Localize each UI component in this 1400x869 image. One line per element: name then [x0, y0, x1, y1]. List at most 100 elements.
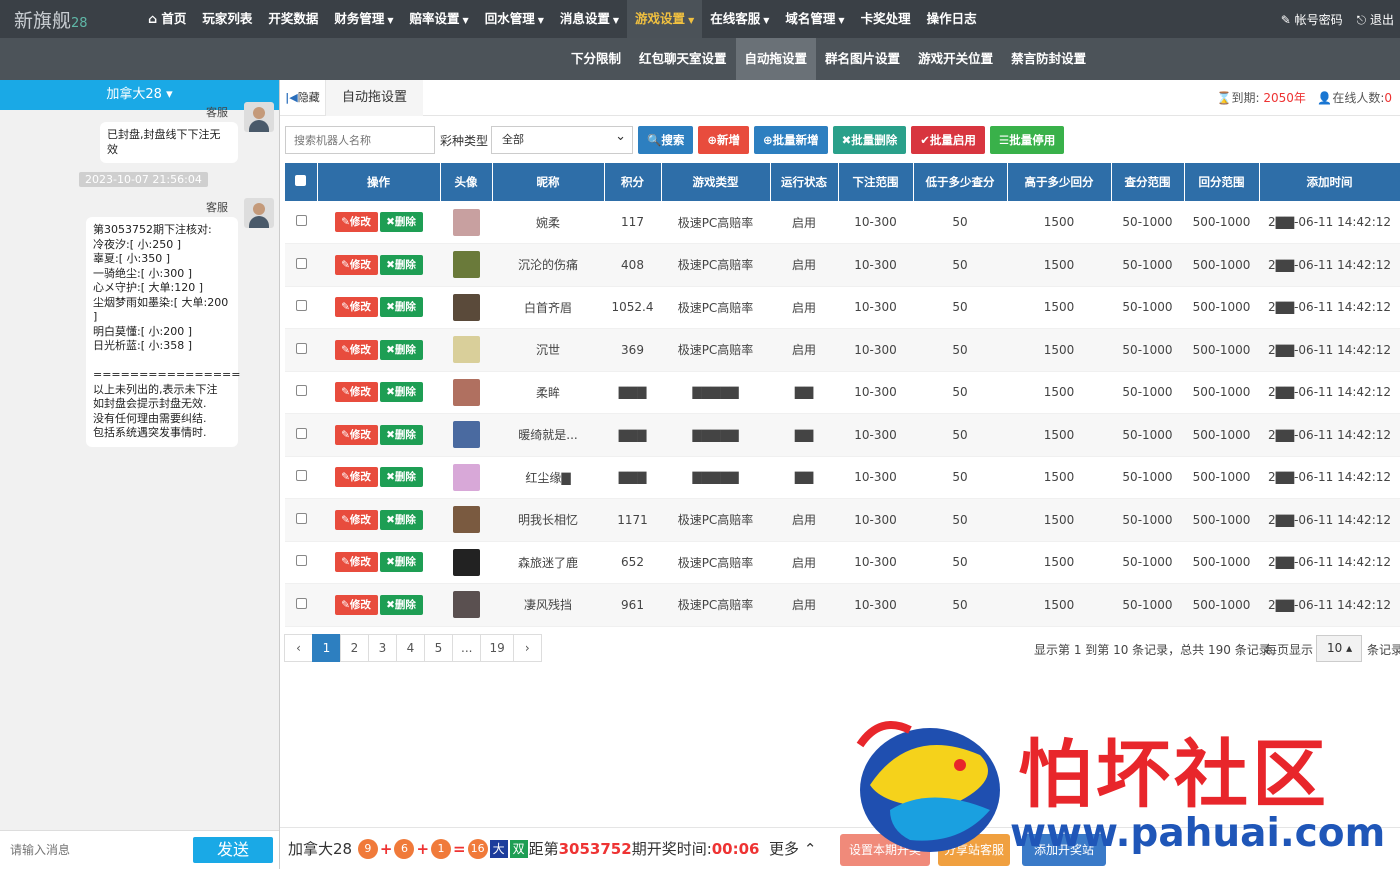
chevron-down-icon: ▼	[462, 16, 469, 25]
menu-item-3[interactable]: 财务管理 ▼	[326, 0, 401, 38]
account-password-link[interactable]: ✎ 帐号密码	[1281, 11, 1343, 28]
set-draw-button[interactable]: 设置本期开奖	[840, 834, 930, 866]
menu-item-8[interactable]: 在线客服 ▼	[702, 0, 777, 38]
menu-item-9[interactable]: 域名管理 ▼	[777, 0, 852, 38]
page-button[interactable]: 19	[480, 634, 514, 662]
batch-disable-button[interactable]: ☰批量停用	[989, 126, 1065, 154]
delete-button[interactable]: ✖删除	[379, 594, 423, 615]
submenu-item-0[interactable]: 下分限制	[562, 38, 630, 80]
per-page-select[interactable]: 10 ▴	[1316, 635, 1362, 662]
cell-check: 50-1000	[1111, 541, 1184, 584]
cell-time: 2▇▇-06-11 14:42:12	[1259, 328, 1400, 372]
submenu-item-1[interactable]: 红包聊天室设置	[630, 38, 736, 80]
row-checkbox[interactable]	[295, 512, 307, 524]
batch-delete-button[interactable]: ✖批量删除	[832, 126, 907, 154]
search-button[interactable]: 🔍搜索	[638, 126, 694, 154]
row-checkbox[interactable]	[295, 300, 307, 312]
row-checkbox[interactable]	[295, 342, 307, 354]
column-header: 回分范围	[1184, 163, 1260, 201]
submenu-item-2[interactable]: 自动拖设置	[735, 38, 817, 80]
menu-item-7[interactable]: 游戏设置 ▼	[627, 0, 703, 38]
delete-button[interactable]: ✖删除	[379, 382, 423, 403]
submenu-item-3[interactable]: 群名图片设置	[816, 38, 909, 80]
edit-button[interactable]: ✎修改	[334, 424, 378, 445]
menu-item-4[interactable]: 赔率设置 ▼	[402, 0, 477, 38]
row-checkbox[interactable]	[295, 385, 307, 397]
cell-score: 408	[604, 243, 661, 287]
delete-button[interactable]: ✖删除	[379, 467, 423, 488]
edit-button[interactable]: ✎修改	[334, 339, 378, 360]
next-page-button[interactable]: ›	[512, 634, 542, 662]
edit-button[interactable]: ✎修改	[334, 254, 378, 275]
page-button[interactable]: 2	[340, 634, 369, 662]
table-row: ✎修改 ✖删除 白首齐眉 1052.4 极速PC高赔率 启用 10-300 50 1500 50-…	[285, 286, 1400, 329]
logout-link[interactable]: ⎋ 退出	[1357, 11, 1394, 28]
brand-logo[interactable]: 新旗舰28	[0, 6, 140, 33]
menu-item-0[interactable]: ⌂ 首页	[140, 0, 194, 38]
edit-button[interactable]: ✎修改	[334, 467, 378, 488]
delete-button[interactable]: ✖删除	[379, 509, 423, 530]
add-draw-site-button[interactable]: 添加开奖站	[1022, 834, 1106, 866]
delete-button[interactable]: ✖删除	[379, 212, 423, 232]
row-checkbox[interactable]	[295, 215, 307, 226]
send-button[interactable]: 发送	[193, 837, 273, 863]
share-service-button[interactable]: 分享站客服	[938, 834, 1010, 866]
add-button[interactable]: ⊕新增	[698, 126, 749, 154]
tab-bar: |◀隐藏 自动拖设置 ⌛到期: 2050年 👤在线人数:0	[280, 79, 1400, 116]
prev-page-button[interactable]: ‹	[284, 634, 313, 662]
chevron-up-icon[interactable]: ⌃	[799, 840, 817, 858]
avatar	[452, 506, 480, 534]
edit-button[interactable]: ✎修改	[334, 212, 378, 232]
edit-button[interactable]: ✎修改	[334, 509, 378, 530]
batch-add-button[interactable]: ⊕批量新增	[753, 126, 828, 154]
submenu-item-4[interactable]: 游戏开关位置	[909, 38, 1002, 80]
status-info: ⌛到期: 2050年 👤在线人数:0	[1216, 91, 1392, 105]
cell-nick: 柔眸	[492, 371, 604, 414]
chat-room-title[interactable]: 加拿大28 ▾	[0, 80, 279, 110]
cell-bet: 10-300	[838, 243, 913, 287]
menu-item-10[interactable]: 卡奖处理	[853, 0, 919, 38]
page-button[interactable]: 5	[424, 634, 453, 662]
batch-enable-button[interactable]: ✔批量启用	[911, 126, 985, 154]
avatar	[452, 251, 480, 279]
page-button[interactable]: 4	[396, 634, 425, 662]
edit-button[interactable]: ✎修改	[334, 297, 378, 318]
row-checkbox[interactable]	[295, 427, 307, 439]
chat-message-input[interactable]	[10, 839, 180, 861]
row-checkbox[interactable]	[295, 597, 307, 609]
per-page-suffix: 条记录	[1367, 643, 1400, 657]
row-checkbox[interactable]	[295, 555, 307, 567]
edit-button[interactable]: ✎修改	[334, 382, 378, 403]
delete-button[interactable]: ✖删除	[379, 552, 423, 573]
delete-button[interactable]: ✖删除	[379, 297, 423, 318]
edit-button[interactable]: ✎修改	[334, 594, 378, 615]
page-button[interactable]: ...	[452, 634, 482, 662]
plus-sign: +	[379, 839, 393, 858]
menu-item-5[interactable]: 回水管理 ▼	[477, 0, 552, 38]
column-header: 低于多少查分	[913, 163, 1008, 201]
page-button[interactable]: 3	[368, 634, 397, 662]
select-all-checkbox[interactable]	[295, 175, 307, 186]
row-checkbox[interactable]	[295, 257, 307, 269]
menu-item-11[interactable]: 操作日志	[919, 0, 985, 38]
more-link[interactable]: 更多	[769, 838, 799, 859]
menu-item-2[interactable]: 开奖数据	[260, 0, 326, 38]
delete-button[interactable]: ✖删除	[379, 254, 423, 275]
avatar-cell	[440, 243, 492, 287]
cell-score: 369	[604, 328, 661, 372]
edit-button[interactable]: ✎修改	[334, 552, 378, 573]
lottery-type-select[interactable]: 全部	[491, 124, 634, 154]
menu-item-6[interactable]: 消息设置 ▼	[552, 0, 627, 38]
row-checkbox[interactable]	[295, 470, 307, 482]
agent-avatar	[244, 102, 274, 132]
menu-item-1[interactable]: 玩家列表	[194, 0, 260, 38]
tab-auto-robot[interactable]: 自动拖设置	[326, 79, 424, 116]
cell-nick: 婉柔	[492, 201, 604, 244]
submenu-item-5[interactable]: 禁言防封设置	[1002, 38, 1095, 80]
hide-sidebar-button[interactable]: |◀隐藏	[280, 79, 326, 116]
robot-search-input[interactable]	[285, 126, 435, 154]
delete-button[interactable]: ✖删除	[379, 339, 423, 360]
cell-high: 1500	[1007, 541, 1111, 584]
page-button[interactable]: 1	[312, 634, 341, 662]
delete-button[interactable]: ✖删除	[379, 424, 423, 445]
